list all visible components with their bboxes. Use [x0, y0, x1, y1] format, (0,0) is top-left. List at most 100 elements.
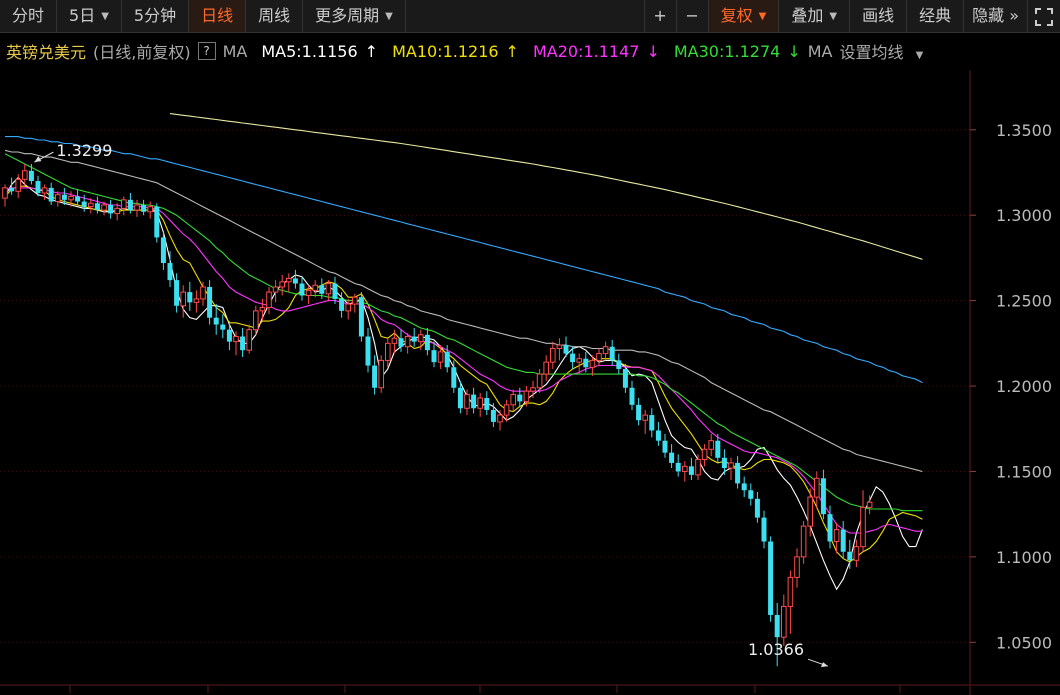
annotation-arrow [821, 662, 828, 668]
candle-body [602, 346, 609, 355]
ma-legend: 英镑兑美元 (日线,前复权) ? MA MA5:1.1156 ↑ MA10:1.1… [0, 36, 970, 66]
candle-body [787, 576, 794, 607]
candle-body [259, 306, 266, 312]
candle-body [649, 415, 655, 431]
candle-body [404, 336, 411, 348]
candle-body [424, 334, 430, 351]
candle-body [88, 202, 94, 208]
overlay-dropdown[interactable]: 叠加 ▼ [779, 0, 851, 32]
candle-body [15, 178, 21, 192]
candle-body [715, 440, 721, 458]
candle-body [332, 283, 338, 299]
candle-body [860, 506, 866, 548]
candle-body [312, 284, 318, 291]
candle-body [365, 336, 371, 366]
candle-body [642, 414, 649, 421]
candle-body [490, 409, 496, 422]
candle-body [556, 344, 563, 349]
candle-body [134, 204, 140, 211]
period-tab[interactable]: 周线 [246, 0, 304, 32]
period-tab[interactable]: 日线 [189, 0, 247, 32]
candle-body [358, 297, 364, 337]
candle-body [61, 194, 67, 200]
period-tab[interactable]: 更多周期 ▼ [303, 0, 406, 32]
zoom-in-button[interactable]: + [645, 0, 677, 32]
candle-body [827, 514, 833, 542]
ma-line-ma20 [4, 187, 923, 534]
candle-body [833, 529, 840, 542]
fullscreen-button[interactable] [1028, 0, 1060, 32]
candle-body [616, 360, 622, 369]
period-tab-label: 日线 [201, 6, 234, 25]
annotation-label: 1.3299 [56, 141, 112, 160]
candle-body [800, 525, 807, 558]
candle-body [451, 367, 457, 388]
candle-body [226, 329, 232, 342]
candle-body [81, 201, 87, 207]
candle-body [193, 298, 200, 303]
period-tab[interactable]: 5日 ▼ [57, 0, 122, 32]
hide-button[interactable]: 隐藏 » [964, 0, 1028, 32]
ma-settings-dropdown[interactable]: 设置均线 ▼ [832, 39, 923, 63]
candle-body [695, 459, 701, 476]
candle-body [464, 394, 470, 409]
candle-body [41, 187, 48, 194]
candle-body [180, 291, 186, 307]
y-tick-label: 1.2000 [996, 377, 1052, 396]
candle-body [682, 465, 688, 472]
period-tab[interactable]: 5分钟 [122, 0, 190, 32]
candle-body [662, 440, 668, 453]
candle-body [814, 477, 820, 498]
candle-body [220, 324, 226, 330]
period-tab-label: 更多周期 [315, 6, 380, 25]
candle-body [94, 203, 100, 211]
y-tick-label: 1.1500 [996, 462, 1052, 481]
candle-body [200, 286, 206, 300]
fuquan-dropdown[interactable]: 复权 ▼ [708, 0, 780, 32]
candle-body [781, 605, 787, 638]
candle-body [339, 298, 345, 311]
ma-more-label: MA [807, 41, 833, 61]
candle-body [596, 353, 602, 361]
ma-line-ma60 [4, 149, 923, 473]
candle-body [609, 346, 615, 361]
candle-body [510, 394, 516, 406]
candle-body [437, 351, 444, 363]
candle-body [75, 196, 81, 202]
period-tab-label: 5分钟 [133, 6, 177, 25]
period-tab[interactable]: 分时 [0, 0, 58, 32]
help-icon[interactable]: ? [197, 42, 216, 60]
candlestick-chart[interactable]: 1.3500 1.3000 1.2500 1.2000 1.1500 1.1000 1.05… [0, 70, 1060, 695]
candle-body [675, 462, 681, 472]
candle-body [187, 292, 193, 303]
chevron-down-icon: ▼ [758, 10, 767, 22]
candle-body [636, 404, 642, 421]
candle-body [372, 365, 378, 388]
candle-body [272, 286, 279, 293]
ma5-value: MA5:1.1156 ↑ [261, 41, 379, 61]
ma-label: MA [222, 41, 248, 61]
candle-body [207, 286, 213, 318]
candle-body [701, 448, 708, 460]
candle-body [853, 546, 860, 561]
chevron-down-icon: ▼ [101, 10, 109, 22]
y-tick-label: 1.0500 [996, 633, 1052, 652]
y-tick-label: 1.3000 [996, 206, 1052, 225]
candle-body [761, 517, 767, 542]
candle-body [305, 289, 312, 296]
candle-body [536, 373, 543, 389]
y-tick-label: 1.1000 [996, 548, 1052, 567]
classic-button[interactable]: 经典 [907, 0, 965, 32]
candle-body [160, 237, 166, 264]
candle-body [563, 345, 569, 354]
candle-body [114, 207, 121, 214]
candle-body [48, 187, 54, 202]
chevron-down-icon: ▼ [385, 10, 393, 22]
candle-body [669, 452, 675, 463]
ma20-value: MA20:1.1147 ↓ [532, 41, 660, 61]
ma-line-ma5 [4, 176, 923, 591]
toolbar: 分时 5日 ▼ 5分钟 日线 周线 更多周期 ▼ + − 复权 ▼ 叠加 ▼ 画线 经典 隐藏 » [0, 0, 1060, 33]
draw-line-button[interactable]: 画线 [850, 0, 908, 32]
candle-body [807, 496, 814, 527]
zoom-out-button[interactable]: − [677, 0, 709, 32]
